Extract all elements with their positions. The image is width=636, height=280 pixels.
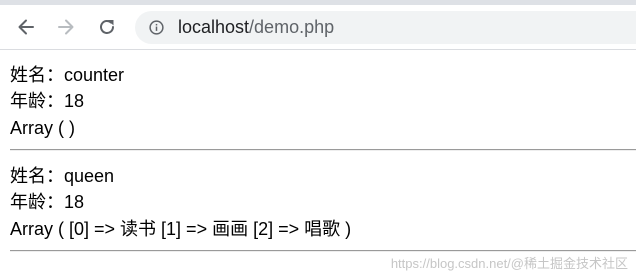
record-1-array: Array ( ) xyxy=(10,118,75,138)
info-icon[interactable] xyxy=(149,20,164,35)
record-2-array: Array ( [0] => 读书 [1] => 画画 [2] => 唱歌 ) xyxy=(10,219,352,239)
horizontal-rule xyxy=(10,250,636,252)
url-path: /demo.php xyxy=(249,17,335,37)
browser-window: localhost/demo.php 姓名：counter 年龄：18 Arra… xyxy=(0,0,636,280)
horizontal-rule xyxy=(10,149,636,151)
browser-toolbar: localhost/demo.php xyxy=(0,5,636,50)
url-text[interactable]: localhost/demo.php xyxy=(178,16,334,38)
record-2-age: 年龄：18 xyxy=(10,192,85,212)
record-1-name: 姓名：counter xyxy=(10,65,125,85)
watermark: https://blog.csdn.net/@稀土掘金技术社区 xyxy=(390,256,628,271)
reload-icon[interactable] xyxy=(93,13,121,41)
record-2-name: 姓名：queen xyxy=(10,166,115,186)
address-bar[interactable]: localhost/demo.php xyxy=(135,11,636,44)
url-host: localhost xyxy=(178,17,250,37)
page-content: 姓名：counter 年龄：18 Array ( ) 姓名：queen 年龄：1… xyxy=(0,50,636,280)
forward-arrow-icon[interactable] xyxy=(52,13,80,41)
back-arrow-icon[interactable] xyxy=(12,13,40,41)
record-1-age: 年龄：18 xyxy=(10,91,85,111)
